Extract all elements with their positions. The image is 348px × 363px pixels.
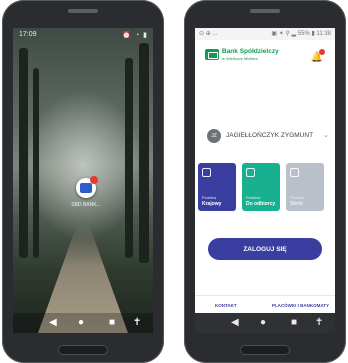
tree-trunk [19,48,28,258]
user-name: JAGIEŁŁOŃCZYK ZYGMUNT [226,132,314,139]
card-line2: Do odbiorcy [246,201,276,207]
contact-link[interactable]: KONTAKT [215,303,237,308]
navigation-bar: ◀ ● ■ ✝ [195,313,335,333]
card-line2: Krajowy [202,201,222,207]
accessibility-icon[interactable]: ✝ [133,317,141,329]
notification-badge-icon [90,176,98,184]
status-time: 17:09 [19,31,37,38]
brand-name: Bank Spółdzielczy [222,48,279,55]
quick-action-card-recipient[interactable]: Przelew Do odbiorcy [242,163,280,211]
card-line1: Przelew [246,195,261,200]
home-button[interactable] [58,345,108,355]
status-left-icons: ⊙ ⊕ ... [199,31,218,37]
card-line1: Przelew [290,195,305,200]
bank-logo-icon [205,49,219,60]
bank-app-screen: ⊙ ⊕ ... ▣ ✶ ⚲ ▂ 55% ▮ 11:38 Bank Spółdzi… [195,28,335,333]
chevron-down-icon[interactable]: ⌄ [323,131,329,139]
bank-card-icon [80,183,92,193]
branches-atms-link[interactable]: PLACÓWKI I BANKOMATY [272,303,329,308]
recents-icon[interactable]: ■ [109,317,115,329]
status-bar: ⊙ ⊕ ... ▣ ✶ ⚲ ▂ 55% ▮ 11:38 [195,28,335,40]
avatar: JZ [207,129,221,143]
tree-trunk [33,68,39,258]
status-bar: 17:09 ⏰ ◔ ▮ [13,28,153,42]
home-screen: 17:09 ⏰ ◔ ▮ SBD BANK... ◀ ● ■ ✝ [13,28,153,333]
status-icons: ⏰ ◔ ▮ [122,32,148,39]
right-phone-frame: ⊙ ⊕ ... ▣ ✶ ⚲ ▂ 55% ▮ 11:38 Bank Spółdzi… [184,0,346,363]
brand-subtitle: w Wieliczce Mielbim [222,56,258,61]
recipient-icon [246,168,255,177]
tree-trunk [125,58,133,258]
left-phone-frame: 17:09 ⏰ ◔ ▮ SBD BANK... ◀ ● ■ ✝ [2,0,164,363]
navigation-bar: ◀ ● ■ ✝ [13,313,153,333]
status-right-icons: ▣ ✶ ⚲ ▂ 55% ▮ 11:38 [271,31,331,37]
back-icon[interactable]: ◀ [231,317,239,329]
notification-badge-icon [319,49,325,55]
footer-links: KONTAKT PLACÓWKI I BANKOMATY [195,295,335,314]
transfer-icon [202,168,211,177]
accessibility-icon[interactable]: ✝ [315,317,323,329]
app-icon-label: SBD BANK... [71,202,101,208]
recents-icon[interactable]: ■ [291,317,297,329]
tree-trunk [139,43,149,263]
bank-app-icon[interactable] [76,176,98,198]
link-icon [290,168,299,177]
home-icon[interactable]: ● [260,317,266,329]
speaker-grill [250,9,280,13]
home-button[interactable] [240,345,290,355]
quick-action-card-shortcut[interactable]: Przelew Skrót [286,163,324,211]
quick-action-card-domestic[interactable]: Przelew Krajowy [198,163,236,211]
card-line1: Przelew [202,195,217,200]
speaker-grill [68,9,98,13]
card-line2: Skrót [290,201,303,207]
back-icon[interactable]: ◀ [49,317,57,329]
home-icon[interactable]: ● [78,317,84,329]
login-button[interactable]: ZALOGUJ SIĘ [208,238,322,260]
